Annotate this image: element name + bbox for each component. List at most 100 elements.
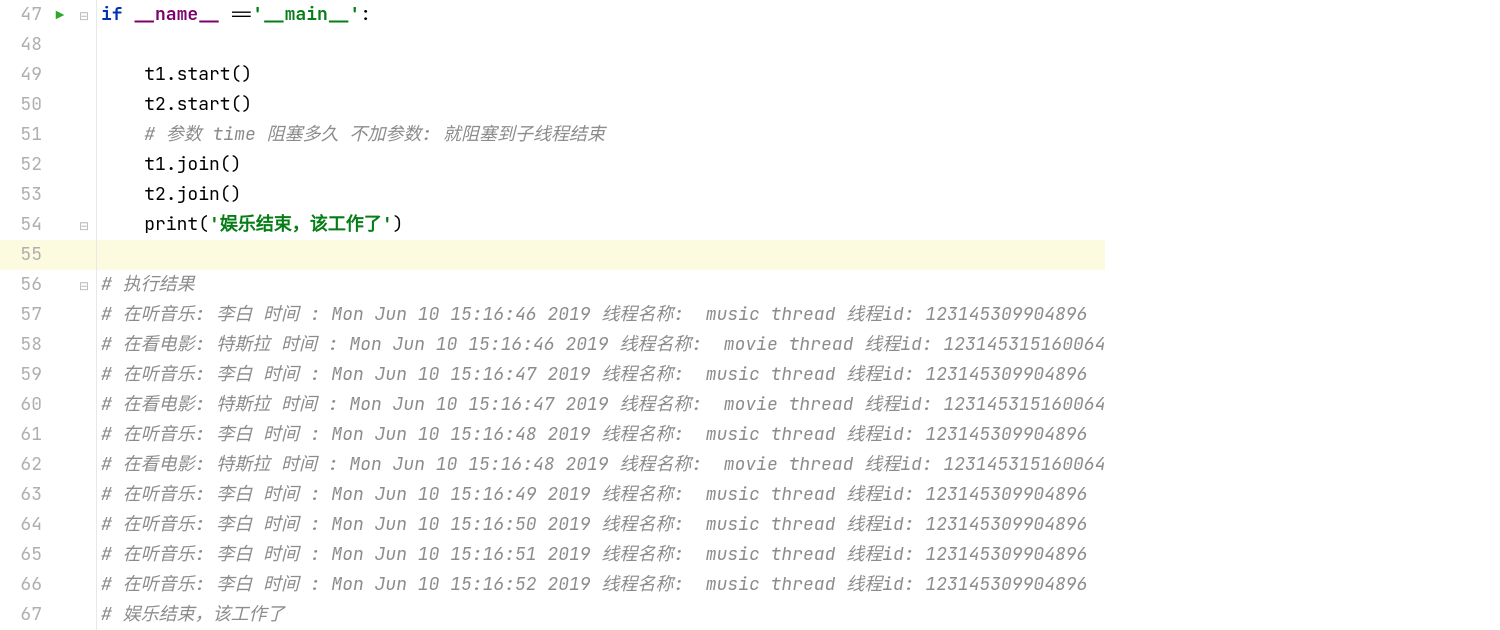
line-number: 59 xyxy=(0,360,48,390)
code-line[interactable]: 50 t2.start() xyxy=(0,90,1105,120)
line-number: 64 xyxy=(0,510,48,540)
code-line[interactable]: 59 # 在听音乐: 李白 时间 : Mon Jun 10 15:16:47 20… xyxy=(0,360,1105,390)
code-token: t1.join() xyxy=(144,153,241,176)
code-line[interactable]: 66 # 在听音乐: 李白 时间 : Mon Jun 10 15:16:52 20… xyxy=(0,570,1105,600)
code-token: '娱乐结束，该工作了' xyxy=(209,213,393,236)
fold-gutter xyxy=(72,570,97,600)
code-line[interactable]: 48 xyxy=(0,30,1105,60)
code-line[interactable]: 61# 在听音乐: 李白 时间 : Mon Jun 10 15:16:48 20… xyxy=(0,420,1105,450)
code-line[interactable]: 54⊟ print('娱乐结束，该工作了') xyxy=(0,210,1105,240)
code-line[interactable]: 52 t1.join() xyxy=(0,150,1105,180)
code-token: # 在听音乐: 李白 时间 : Mon Jun 10 15:16:51 2019… xyxy=(101,543,1087,566)
code-content[interactable] xyxy=(101,30,1105,60)
run-gutter xyxy=(48,60,72,90)
code-editor[interactable]: 47 ▶ ⊟ if __name__ =='__main__': 4849 t1.sta… xyxy=(0,0,1500,630)
code-token: __name__ xyxy=(133,3,219,26)
code-token: # 在听音乐: 李白 时间 : Mon Jun 10 15:16:47 2019… xyxy=(101,363,1087,386)
run-gutter xyxy=(48,480,72,510)
fold-gutter xyxy=(72,390,97,420)
code-line[interactable]: 56⊟# 执行结果 xyxy=(0,270,1105,300)
code-content[interactable]: # 参数 time 阻塞多久 不加参数: 就阻塞到子线程结束 xyxy=(101,120,1105,150)
code-token: # 在听音乐: 李白 时间 : Mon Jun 10 15:16:48 2019… xyxy=(101,423,1087,446)
fold-gutter xyxy=(72,330,97,360)
run-gutter xyxy=(48,120,72,150)
code-token: t2.start() xyxy=(144,93,252,116)
code-content[interactable] xyxy=(101,240,1105,270)
fold-gutter xyxy=(72,60,97,90)
fold-gutter xyxy=(72,600,97,630)
run-gutter[interactable]: ▶ xyxy=(48,0,72,30)
line-number: 63 xyxy=(0,480,48,510)
run-icon[interactable]: ▶ xyxy=(56,7,64,25)
code-line[interactable]: 60# 在看电影: 特斯拉 时间 : Mon Jun 10 15:16:47 2… xyxy=(0,390,1105,420)
run-gutter xyxy=(48,420,72,450)
run-gutter xyxy=(48,600,72,630)
code-line[interactable]: 65 # 在听音乐: 李白 时间 : Mon Jun 10 15:16:51 20… xyxy=(0,540,1105,570)
line-number: 47 xyxy=(0,0,48,30)
code-content[interactable]: t1.start() xyxy=(101,60,1105,90)
line-number: 62 xyxy=(0,450,48,480)
line-number: 53 xyxy=(0,180,48,210)
code-line[interactable]: 53 t2.join() xyxy=(0,180,1105,210)
run-gutter xyxy=(48,210,72,240)
line-number: 66 xyxy=(0,570,48,600)
code-line[interactable]: 62 # 在看电影: 特斯拉 时间 : Mon Jun 10 15:16:48 2… xyxy=(0,450,1105,480)
code-content[interactable]: # 在听音乐: 李白 时间 : Mon Jun 10 15:16:52 2019… xyxy=(101,570,1105,600)
code-line[interactable]: 55 xyxy=(0,240,1105,270)
code-content[interactable]: # 在看电影: 特斯拉 时间 : Mon Jun 10 15:16:47 201… xyxy=(101,390,1105,420)
code-content[interactable]: # 娱乐结束，该工作了 xyxy=(101,600,1105,630)
run-gutter xyxy=(48,330,72,360)
code-content[interactable]: # 在听音乐: 李白 时间 : Mon Jun 10 15:16:49 2019… xyxy=(101,480,1105,510)
code-content[interactable]: # 执行结果 xyxy=(101,270,1105,300)
code-token: # 执行结果 xyxy=(101,273,195,296)
code-line[interactable]: 51 # 参数 time 阻塞多久 不加参数: 就阻塞到子线程结束 xyxy=(0,120,1105,150)
fold-gutter xyxy=(72,420,97,450)
fold-gutter xyxy=(72,450,97,480)
line-number: 48 xyxy=(0,30,48,60)
code-content[interactable]: # 在看电影: 特斯拉 时间 : Mon Jun 10 15:16:46 201… xyxy=(101,330,1105,360)
code-content[interactable]: if __name__ =='__main__': xyxy=(101,0,1105,30)
line-number: 67 xyxy=(0,600,48,630)
code-token: ) xyxy=(393,213,404,236)
fold-gutter xyxy=(72,480,97,510)
code-line[interactable]: 57# 在听音乐: 李白 时间 : Mon Jun 10 15:16:46 20… xyxy=(0,300,1105,330)
code-content[interactable]: # 在听音乐: 李白 时间 : Mon Jun 10 15:16:46 2019… xyxy=(101,300,1105,330)
code-content[interactable]: # 在听音乐: 李白 时间 : Mon Jun 10 15:16:50 2019… xyxy=(101,510,1105,540)
run-gutter xyxy=(48,180,72,210)
code-line[interactable]: 63 # 在听音乐: 李白 时间 : Mon Jun 10 15:16:49 20… xyxy=(0,480,1105,510)
fold-gutter xyxy=(72,150,97,180)
fold-icon[interactable]: ⊟ xyxy=(79,218,89,234)
fold-icon[interactable]: ⊟ xyxy=(79,8,89,24)
code-content[interactable]: t1.join() xyxy=(101,150,1105,180)
code-content[interactable]: # 在听音乐: 李白 时间 : Mon Jun 10 15:16:47 2019… xyxy=(101,360,1105,390)
code-token: print xyxy=(144,213,198,236)
code-token: if xyxy=(101,3,133,26)
code-line[interactable]: 49 t1.start() xyxy=(0,60,1105,90)
run-gutter xyxy=(48,30,72,60)
fold-gutter xyxy=(72,300,97,330)
code-content[interactable]: # 在听音乐: 李白 时间 : Mon Jun 10 15:16:51 2019… xyxy=(101,540,1105,570)
code-line[interactable]: 58# 在看电影: 特斯拉 时间 : Mon Jun 10 15:16:46 2… xyxy=(0,330,1105,360)
code-token: t2.join() xyxy=(144,183,241,206)
code-content[interactable]: t2.join() xyxy=(101,180,1105,210)
code-token: # 在看电影: 特斯拉 时间 : Mon Jun 10 15:16:48 201… xyxy=(101,453,1105,476)
code-token: # 在听音乐: 李白 时间 : Mon Jun 10 15:16:49 2019… xyxy=(101,483,1087,506)
code-token: == xyxy=(220,3,252,26)
code-content[interactable]: print('娱乐结束，该工作了') xyxy=(101,210,1105,240)
code-token: # 在听音乐: 李白 时间 : Mon Jun 10 15:16:52 2019… xyxy=(101,573,1087,596)
run-gutter xyxy=(48,90,72,120)
code-line[interactable]: 47 ▶ ⊟ if __name__ =='__main__': xyxy=(0,0,1105,30)
fold-gutter[interactable]: ⊟ xyxy=(72,270,97,300)
code-content[interactable]: t2.start() xyxy=(101,90,1105,120)
fold-gutter[interactable]: ⊟ xyxy=(72,0,97,30)
code-token: # 在看电影: 特斯拉 时间 : Mon Jun 10 15:16:46 201… xyxy=(101,333,1105,356)
line-number: 65 xyxy=(0,540,48,570)
code-line[interactable]: 67 # 娱乐结束，该工作了 xyxy=(0,600,1105,630)
fold-icon[interactable]: ⊟ xyxy=(79,278,89,294)
code-content[interactable]: # 在看电影: 特斯拉 时间 : Mon Jun 10 15:16:48 201… xyxy=(101,450,1105,480)
code-line[interactable]: 64 # 在听音乐: 李白 时间 : Mon Jun 10 15:16:50 20… xyxy=(0,510,1105,540)
code-content[interactable]: # 在听音乐: 李白 时间 : Mon Jun 10 15:16:48 2019… xyxy=(101,420,1105,450)
fold-gutter[interactable]: ⊟ xyxy=(72,210,97,240)
fold-gutter xyxy=(72,360,97,390)
line-number: 49 xyxy=(0,60,48,90)
